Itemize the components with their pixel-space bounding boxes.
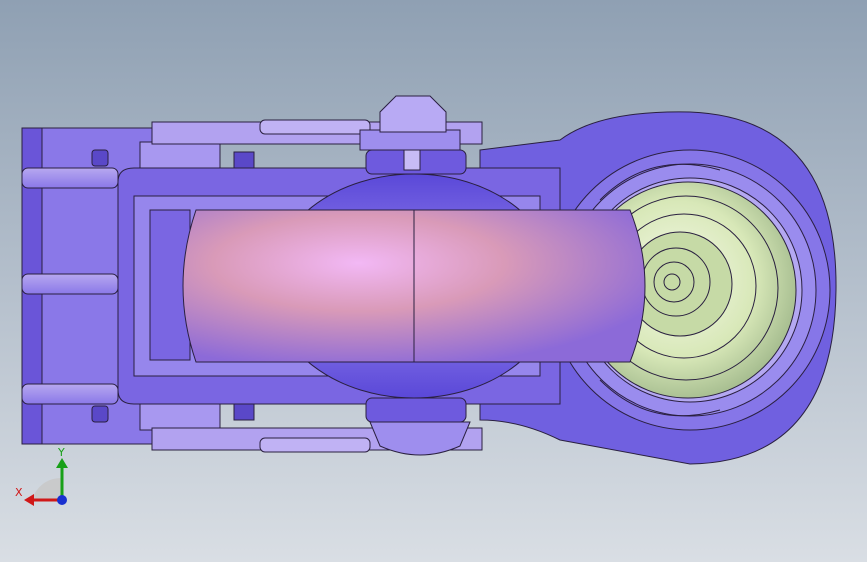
- axle-nut-bottom[interactable]: [365, 397, 471, 456]
- model-canvas[interactable]: X Y: [0, 0, 867, 562]
- wheel[interactable]: [182, 209, 646, 363]
- y-axis-label: Y: [57, 446, 65, 459]
- caster-model[interactable]: [21, 95, 837, 465]
- x-axis-label: X: [15, 486, 23, 499]
- z-axis-dot-icon: [57, 495, 67, 505]
- kingpin-stem: [403, 149, 421, 171]
- cad-viewport[interactable]: X Y: [0, 0, 867, 562]
